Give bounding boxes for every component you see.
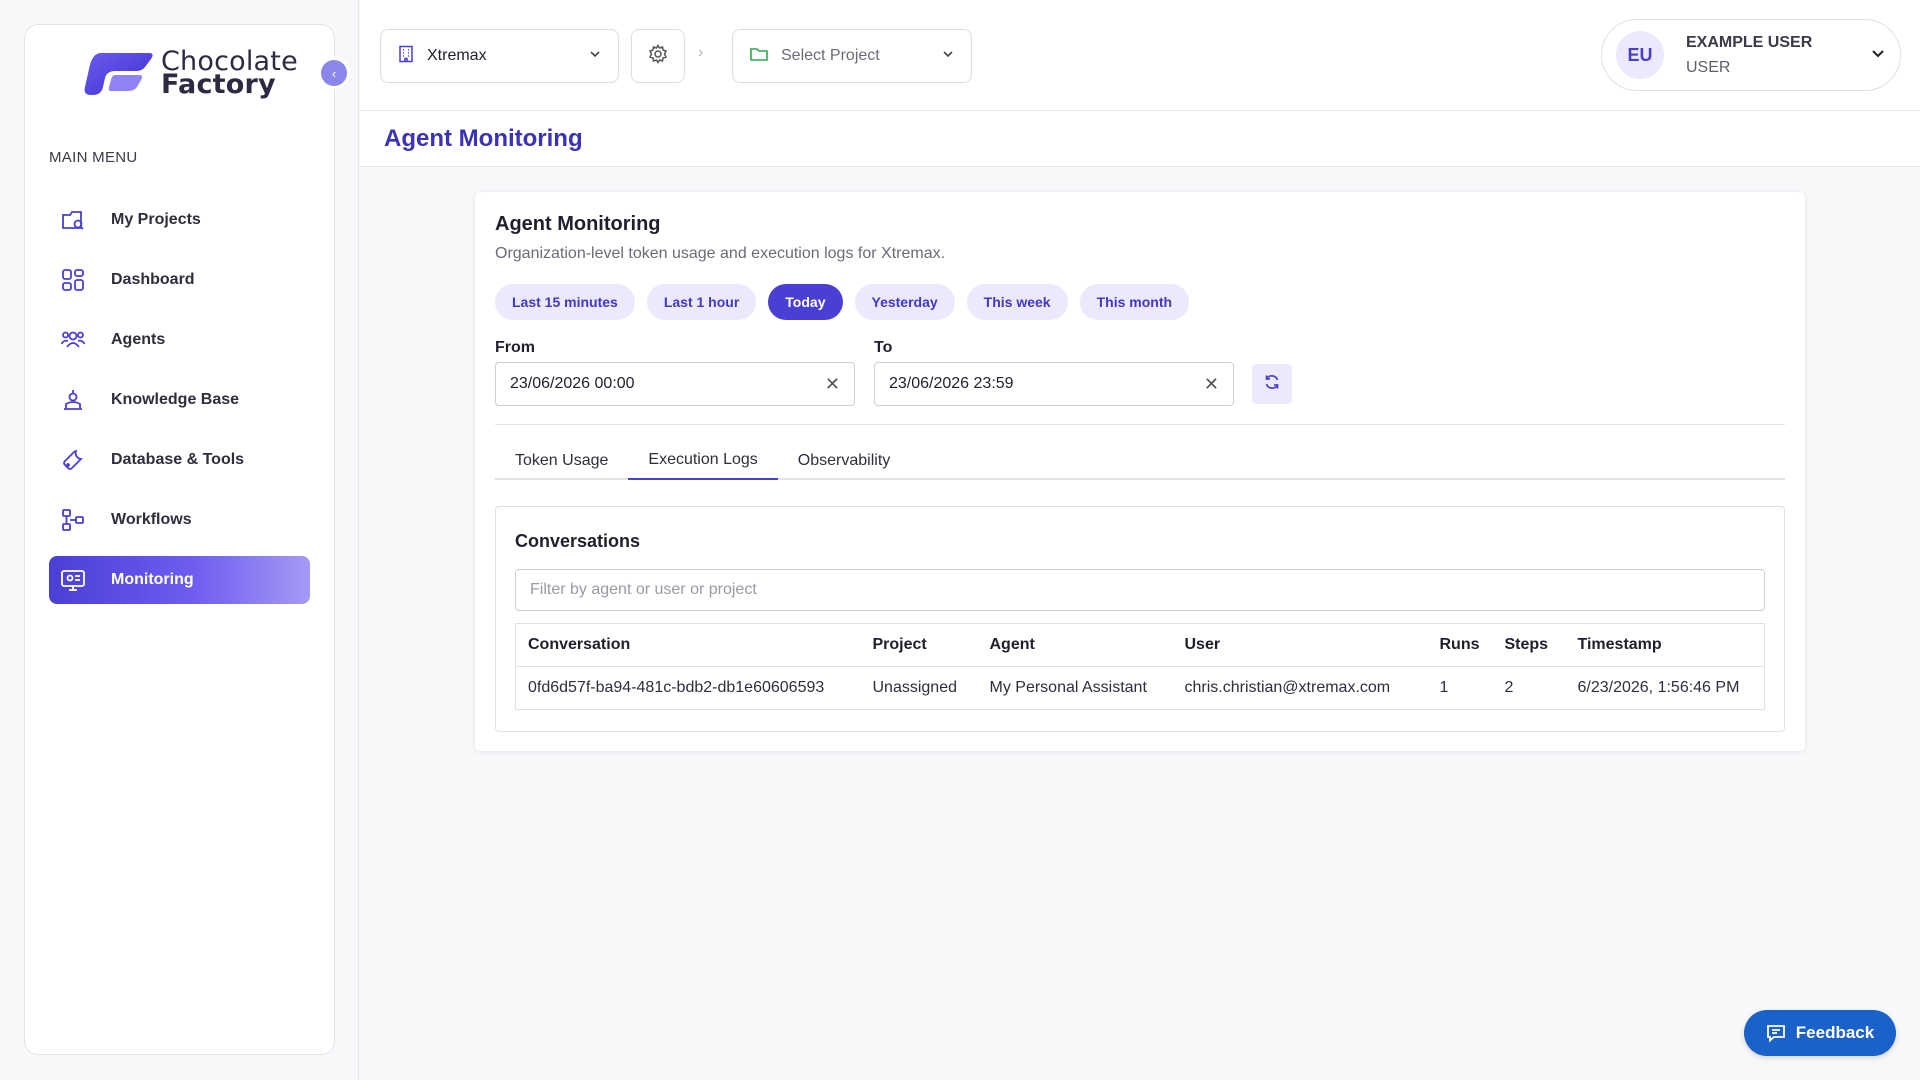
feedback-label: Feedback: [1795, 1023, 1875, 1042]
brand-name: Chocolate Factory: [161, 48, 298, 98]
sidebar-item-agents[interactable]: Agents: [49, 316, 310, 364]
projects-icon: [59, 206, 87, 234]
column-header-project[interactable]: Project: [860, 623, 978, 667]
page-title: Agent Monitoring: [384, 125, 583, 152]
organization-name: Xtremax: [427, 47, 487, 64]
tab-token-usage[interactable]: Token Usage: [495, 442, 628, 480]
column-header-runs[interactable]: Runs: [1427, 623, 1493, 667]
to-date-value: 23/06/2026 23:59: [889, 375, 1014, 392]
dashboard-icon: [59, 266, 87, 294]
project-placeholder: Select Project: [781, 47, 880, 64]
range-chip-last-1-hour[interactable]: Last 1 hour: [646, 284, 757, 320]
column-header-timestamp[interactable]: Timestamp: [1565, 623, 1765, 667]
clear-to-icon[interactable]: ✕: [1204, 374, 1219, 395]
range-chip-this-month[interactable]: This month: [1079, 284, 1190, 320]
table-header-row: Conversation Project Agent User Runs Ste…: [515, 623, 1765, 667]
workflow-icon: [59, 506, 87, 534]
collapse-sidebar-button[interactable]: ‹: [321, 60, 347, 86]
range-chip-last-15-minutes[interactable]: Last 15 minutes: [495, 284, 635, 320]
table-row[interactable]: 0fd6d57f-ba94-481c-bdb2-db1e60606593 Una…: [516, 667, 1765, 710]
sidebar-item-database-tools[interactable]: Database & Tools: [49, 436, 310, 484]
column-header-conversation[interactable]: Conversation: [515, 623, 861, 667]
sidebar-item-label: My Projects: [111, 211, 201, 228]
sidebar-item-label: Database & Tools: [111, 451, 245, 468]
sidebar-item-label: Knowledge Base: [111, 391, 240, 408]
column-header-agent[interactable]: Agent: [977, 623, 1173, 667]
cell-agent: My Personal Assistant: [989, 679, 1147, 696]
sidebar-item-knowledge-base[interactable]: Knowledge Base: [49, 376, 310, 424]
page-header: Agent Monitoring: [360, 111, 1920, 167]
range-chip-this-week[interactable]: This week: [966, 284, 1068, 320]
cell-project: Unassigned: [872, 679, 958, 696]
monitoring-tabs: Token Usage Execution Logs Observability: [495, 442, 1785, 480]
conversation-filter-input[interactable]: [515, 569, 1765, 611]
sidebar-item-workflows[interactable]: Workflows: [49, 496, 310, 544]
folder-icon: [749, 45, 769, 68]
user-info: EXAMPLE USER USER: [1686, 34, 1870, 77]
conversations-panel: Conversations Conversation Project Agent…: [495, 506, 1785, 732]
range-chip-today[interactable]: Today: [768, 284, 843, 320]
sidebar-item-label: Workflows: [111, 511, 192, 528]
cell-timestamp: 6/23/2026, 1:56:46 PM: [1577, 679, 1740, 696]
agents-icon: [59, 326, 87, 354]
main-menu-heading: MAIN MENU: [49, 149, 138, 166]
sidebar-item-label: Dashboard: [111, 271, 195, 288]
from-date-input[interactable]: 23/06/2026 00:00 ✕: [495, 362, 855, 406]
building-icon: [397, 45, 415, 68]
from-label: From: [495, 339, 535, 356]
tab-execution-logs[interactable]: Execution Logs: [628, 442, 778, 480]
main-menu: My Projects Dashboard Agents Knowledge B…: [49, 196, 310, 616]
sidebar: Chocolate Factory ‹ MAIN MENU My Project…: [24, 24, 347, 1055]
sidebar-item-my-projects[interactable]: My Projects: [49, 196, 310, 244]
column-header-user[interactable]: User: [1172, 623, 1428, 667]
user-name: EXAMPLE USER: [1686, 33, 1813, 51]
wrench-icon: [59, 446, 87, 474]
knowledge-base-icon: [59, 386, 87, 414]
monitor-icon: [59, 566, 87, 594]
card-subtitle: Organization-level token usage and execu…: [495, 245, 946, 262]
feedback-button[interactable]: Feedback: [1744, 1010, 1896, 1056]
chevron-left-icon: ‹: [331, 65, 337, 81]
to-date-input[interactable]: 23/06/2026 23:59 ✕: [874, 362, 1234, 406]
refresh-button[interactable]: [1252, 364, 1292, 404]
card-title: Agent Monitoring: [495, 213, 661, 235]
sidebar-item-label: Monitoring: [111, 571, 194, 588]
chevron-down-icon: [1870, 45, 1886, 66]
chevron-right-icon: ›: [698, 44, 704, 61]
top-bar: Xtremax › Select Project EU EXAMPLE USER…: [360, 0, 1920, 111]
cell-user: chris.christian@xtremax.com: [1184, 679, 1391, 696]
time-range-chips: Last 15 minutes Last 1 hour Today Yester…: [495, 284, 1201, 320]
conversations-table: Conversation Project Agent User Runs Ste…: [515, 623, 1765, 710]
clear-from-icon[interactable]: ✕: [825, 374, 840, 395]
monitoring-card: Agent Monitoring Organization-level toke…: [475, 192, 1805, 751]
cell-conversation: 0fd6d57f-ba94-481c-bdb2-db1e60606593: [528, 679, 825, 696]
organization-select[interactable]: Xtremax: [380, 29, 619, 83]
cell-steps: 2: [1504, 679, 1514, 696]
cell-runs: 1: [1439, 679, 1449, 696]
brand-logo[interactable]: Chocolate Factory: [81, 47, 298, 99]
sidebar-item-dashboard[interactable]: Dashboard: [49, 256, 310, 304]
from-date-value: 23/06/2026 00:00: [510, 375, 635, 392]
chevron-down-icon: [941, 47, 955, 66]
refresh-icon: [1263, 373, 1281, 396]
range-chip-yesterday[interactable]: Yesterday: [854, 284, 955, 320]
gear-icon: [648, 43, 668, 69]
to-label: To: [874, 339, 893, 356]
logo-mark-icon: [84, 53, 153, 95]
project-select[interactable]: Select Project: [732, 29, 972, 83]
sidebar-item-monitoring[interactable]: Monitoring: [49, 556, 310, 604]
avatar: EU: [1616, 31, 1664, 79]
organization-settings-button[interactable]: [631, 29, 685, 83]
user-role: USER: [1686, 58, 1731, 76]
user-menu[interactable]: EU EXAMPLE USER USER: [1601, 19, 1901, 91]
tab-observability[interactable]: Observability: [778, 442, 910, 480]
divider: [495, 424, 1785, 425]
chat-bubble-icon: [1766, 1023, 1786, 1043]
left-column: Chocolate Factory ‹ MAIN MENU My Project…: [0, 0, 359, 1080]
sidebar-item-label: Agents: [111, 331, 166, 348]
chevron-down-icon: [588, 47, 602, 66]
column-header-steps[interactable]: Steps: [1492, 623, 1566, 667]
conversations-title: Conversations: [515, 531, 641, 551]
